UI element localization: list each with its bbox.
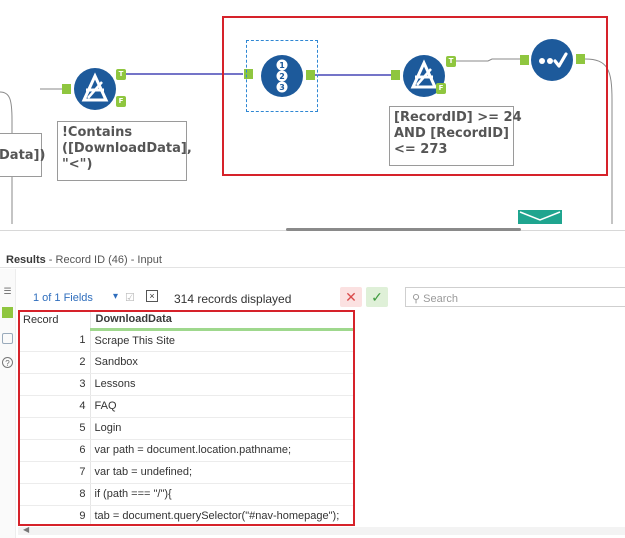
record-id-digit: 1 [279,61,285,70]
output-anchor[interactable] [306,70,315,80]
column-header-downloaddata[interactable]: DownloadData [90,310,354,331]
record-cell[interactable]: 4 [18,395,91,418]
results-grid[interactable]: Record DownloadData 1 Scrape This Site 2 Sa… [18,310,355,526]
record-cell[interactable]: 1 [18,329,91,352]
record-id-digit: 2 [279,72,285,81]
annotation-recordid: [RecordID] >= 24 AND [RecordID] <= 273 [389,106,522,166]
record-cell[interactable]: 5 [18,417,91,440]
check-icon[interactable]: ✓ [366,287,388,307]
splitter-grip[interactable] [286,228,521,231]
record-cell[interactable]: 6 [18,439,91,462]
downloaddata-cell[interactable]: tab = document.querySelector("#nav-homep… [90,505,354,526]
table-row[interactable]: 8 if (path === "/"){ [18,483,354,506]
downloaddata-cell[interactable]: var tab = undefined; [90,461,354,484]
annotation-left: Data]) [0,133,45,177]
record-id-tool[interactable]: 1 2 3 [261,55,303,97]
downloaddata-cell[interactable]: Lessons [90,373,354,396]
annotation-contains: !Contains ([DownloadData], "<") [57,121,192,181]
true-anchor[interactable]: T [116,69,126,80]
cell-viewer-icon[interactable]: × [146,290,158,302]
table-row[interactable]: 3 Lessons [18,373,354,396]
table-header-row: Record DownloadData [18,310,354,331]
true-anchor[interactable]: T [446,56,456,67]
search-icon: ⚲ [412,293,421,305]
false-anchor[interactable]: F [436,83,446,94]
downloaddata-cell[interactable]: Login [90,417,354,440]
scroll-left-icon[interactable]: ◀ [23,525,29,534]
record-cell[interactable]: 7 [18,461,91,484]
downloaddata-cell[interactable]: Scrape This Site [90,329,354,352]
browse-icon [539,52,568,68]
record-cell[interactable]: 2 [18,351,91,374]
help-icon[interactable]: ? [2,357,13,368]
browse-tool[interactable] [531,39,573,81]
filter-icon [81,72,109,102]
results-title-bold: Results [6,254,46,266]
table-row[interactable]: 6 var path = document.location.pathname; [18,439,354,462]
downloaddata-cell[interactable]: FAQ [90,395,354,418]
results-toolbar: 1 of 1 Fields ▾ ☑ × 314 records displaye… [16,282,625,307]
workflow-canvas[interactable]: Data]) T F !Contains ([DownloadData], "<… [0,0,625,228]
results-title: Results - Record ID (46) - Input [6,254,162,266]
downloaddata-cell[interactable]: var path = document.location.pathname; [90,439,354,462]
list-icon[interactable]: ☰ [2,286,13,297]
table-row[interactable]: 9 tab = document.querySelector("#nav-home… [18,505,354,526]
table-row[interactable]: 2 Sandbox [18,351,354,374]
input-anchor[interactable] [62,84,71,94]
horizontal-scrollbar[interactable]: ◀ [18,525,625,535]
false-anchor[interactable]: F [116,96,126,107]
record-cell[interactable]: 3 [18,373,91,396]
table-row[interactable]: 5 Login [18,417,354,440]
table-row[interactable]: 4 FAQ [18,395,354,418]
column-header-record[interactable]: Record [18,310,91,329]
input-anchor[interactable] [391,70,400,80]
results-title-rest: - Record ID (46) - Input [45,254,162,266]
record-cell[interactable]: 8 [18,483,91,506]
downloaddata-cell[interactable]: Sandbox [90,351,354,374]
message-icon[interactable] [2,333,13,344]
close-icon[interactable]: ✕ [340,287,362,307]
results-panel: Results - Record ID (46) - Input ☰ ? 1 o… [0,238,625,538]
fields-selector[interactable]: 1 of 1 Fields [33,292,93,304]
record-id-icon: 1 2 3 [276,59,288,93]
record-id-digit: 3 [279,83,285,92]
downloaddata-cell[interactable]: if (path === "/"){ [90,483,354,506]
results-header: Results - Record ID (46) - Input [0,238,625,268]
search-input[interactable]: ⚲ Search [405,287,625,307]
table-row[interactable]: 1 Scrape This Site [18,329,354,352]
table-row[interactable]: 7 var tab = undefined; [18,461,354,484]
output-anchor[interactable] [576,54,585,64]
filter-tool[interactable] [74,68,116,110]
chevron-down-icon[interactable]: ▾ [113,291,118,302]
data-anchor-icon[interactable] [2,307,13,318]
record-count: 314 records displayed [174,292,292,306]
input-anchor[interactable] [520,55,529,65]
record-cell[interactable]: 9 [18,505,91,526]
search-placeholder: Search [423,293,458,305]
panel-splitter[interactable] [0,224,625,238]
results-side-rail: ☰ ? [0,269,16,538]
checkbox-icon[interactable]: ☑ [125,291,135,304]
